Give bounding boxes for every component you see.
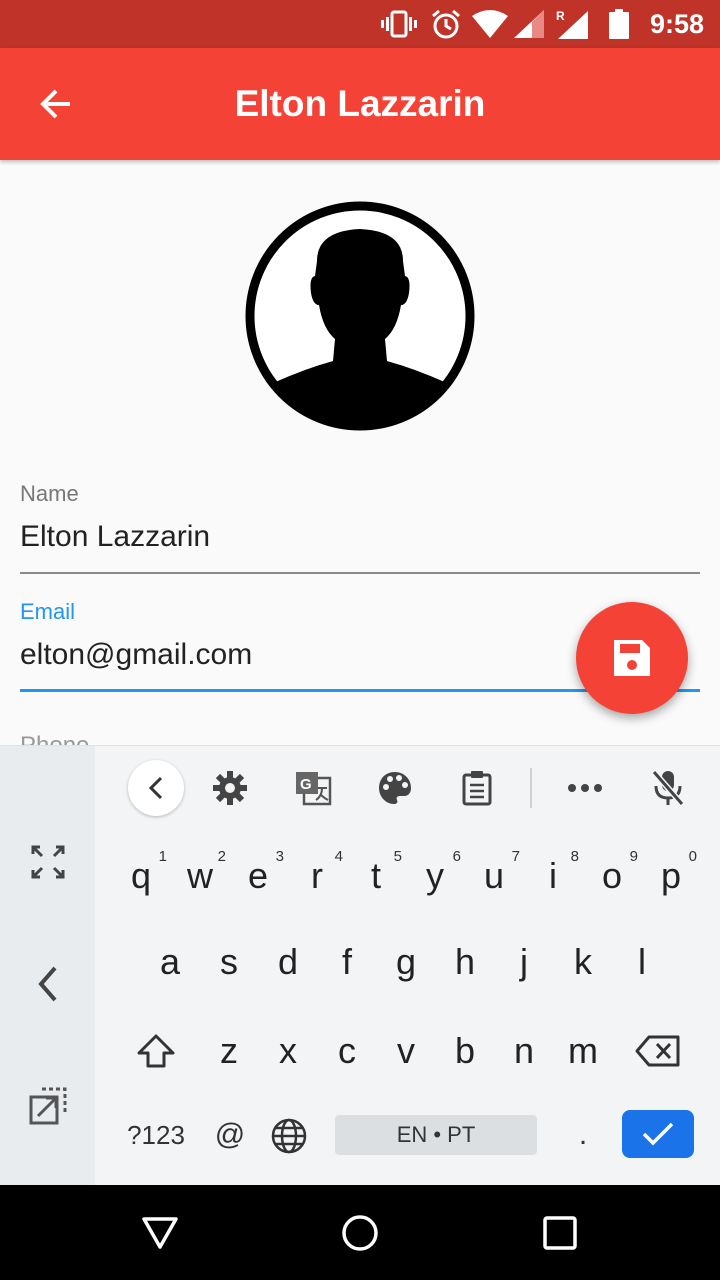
recents-square-icon xyxy=(543,1216,577,1250)
at-key[interactable]: @ xyxy=(205,1118,255,1152)
more-options-button[interactable] xyxy=(557,760,613,816)
key-g[interactable]: g xyxy=(378,927,434,997)
page-title: Elton Lazzarin xyxy=(234,83,486,124)
nav-back-button[interactable] xyxy=(130,1207,190,1259)
signal-roaming-icon: R xyxy=(556,8,590,40)
wifi-icon xyxy=(472,8,508,40)
toolbar-divider xyxy=(530,768,532,808)
key-c[interactable]: c xyxy=(319,1016,375,1086)
clipboard-icon xyxy=(462,771,492,806)
battery-icon xyxy=(606,8,632,40)
side-back-button[interactable] xyxy=(18,954,78,1014)
shift-key[interactable] xyxy=(128,1016,184,1086)
alarm-icon xyxy=(430,8,462,40)
key-i[interactable]: i8 xyxy=(525,841,581,911)
key-j[interactable]: j xyxy=(496,927,552,997)
voice-input-button[interactable] xyxy=(640,760,696,816)
gear-icon xyxy=(213,771,247,805)
shift-icon xyxy=(137,1034,175,1068)
translate-icon: G xyxy=(296,772,332,806)
key-n[interactable]: n xyxy=(496,1016,552,1086)
avatar[interactable] xyxy=(245,201,475,431)
key-y[interactable]: y6 xyxy=(407,841,463,911)
key-l[interactable]: l xyxy=(614,927,670,997)
key-k[interactable]: k xyxy=(555,927,611,997)
name-field[interactable]: Name Elton Lazzarin xyxy=(20,480,700,576)
key-t[interactable]: t5 xyxy=(348,841,404,911)
check-icon xyxy=(642,1122,674,1146)
keyboard-toolbar: G xyxy=(95,746,720,830)
key-z[interactable]: z xyxy=(201,1016,257,1086)
soft-keyboard: G q 1 w 2 e 3 r 4 t 5 y 6 u 7 i 8 o 9 p … xyxy=(0,745,720,1186)
status-bar: R 9:58 xyxy=(0,0,720,48)
chevron-left-icon xyxy=(38,966,57,1002)
theme-button[interactable] xyxy=(367,760,423,816)
arrow-back-icon xyxy=(40,89,70,119)
translate-button[interactable]: G xyxy=(285,760,341,816)
symbols-key[interactable]: ?123 xyxy=(118,1120,194,1151)
clock: 9:58 xyxy=(649,9,704,39)
signal-icon xyxy=(514,8,546,40)
globe-icon xyxy=(271,1118,307,1154)
save-button[interactable] xyxy=(576,602,688,714)
back-triangle-icon xyxy=(142,1217,178,1249)
key-x[interactable]: x xyxy=(260,1016,316,1086)
expand-icon xyxy=(31,845,65,879)
period-key[interactable]: . xyxy=(568,1118,598,1152)
toolbar-collapse-button[interactable] xyxy=(128,760,184,816)
float-keyboard-button[interactable] xyxy=(18,1076,78,1136)
name-field-label: Name xyxy=(20,481,79,506)
keyboard-settings-button[interactable] xyxy=(202,760,258,816)
keyboard-side-panel xyxy=(0,746,95,1186)
key-q[interactable]: q1 xyxy=(113,841,169,911)
key-m[interactable]: m xyxy=(555,1016,611,1086)
backspace-icon xyxy=(635,1035,680,1067)
navigation-bar xyxy=(0,1185,720,1280)
key-o[interactable]: o9 xyxy=(584,841,640,911)
save-icon xyxy=(614,640,650,676)
clipboard-button[interactable] xyxy=(449,760,505,816)
home-circle-icon xyxy=(342,1215,378,1251)
key-w[interactable]: w2 xyxy=(172,841,228,911)
more-icon xyxy=(568,784,602,792)
vibrate-icon xyxy=(380,8,418,40)
svg-text:R: R xyxy=(556,9,565,23)
key-s[interactable]: s xyxy=(201,927,257,997)
backspace-key[interactable] xyxy=(630,1016,686,1086)
person-silhouette-icon xyxy=(245,201,475,431)
float-icon xyxy=(29,1087,67,1125)
nav-recents-button[interactable] xyxy=(530,1207,590,1259)
key-e[interactable]: e3 xyxy=(230,841,286,911)
palette-icon xyxy=(379,772,411,804)
expand-keyboard-button[interactable] xyxy=(18,832,78,892)
svg-text:G: G xyxy=(300,776,312,793)
name-field-underline xyxy=(20,572,700,574)
back-button[interactable] xyxy=(24,72,88,136)
key-a[interactable]: a xyxy=(142,927,198,997)
space-key[interactable]: EN • PT xyxy=(335,1115,537,1155)
key-p[interactable]: p0 xyxy=(643,841,699,911)
key-f[interactable]: f xyxy=(319,927,375,997)
key-h[interactable]: h xyxy=(437,927,493,997)
key-u[interactable]: u7 xyxy=(466,841,522,911)
key-b[interactable]: b xyxy=(437,1016,493,1086)
language-key[interactable] xyxy=(265,1112,313,1160)
mic-off-icon xyxy=(651,770,685,806)
key-v[interactable]: v xyxy=(378,1016,434,1086)
key-d[interactable]: d xyxy=(260,927,316,997)
name-field-value[interactable]: Elton Lazzarin xyxy=(20,518,700,556)
chevron-left-icon xyxy=(148,776,163,800)
nav-home-button[interactable] xyxy=(330,1207,390,1259)
app-bar: Elton Lazzarin xyxy=(0,48,720,160)
enter-key[interactable] xyxy=(622,1110,694,1158)
key-r[interactable]: r4 xyxy=(289,841,345,911)
